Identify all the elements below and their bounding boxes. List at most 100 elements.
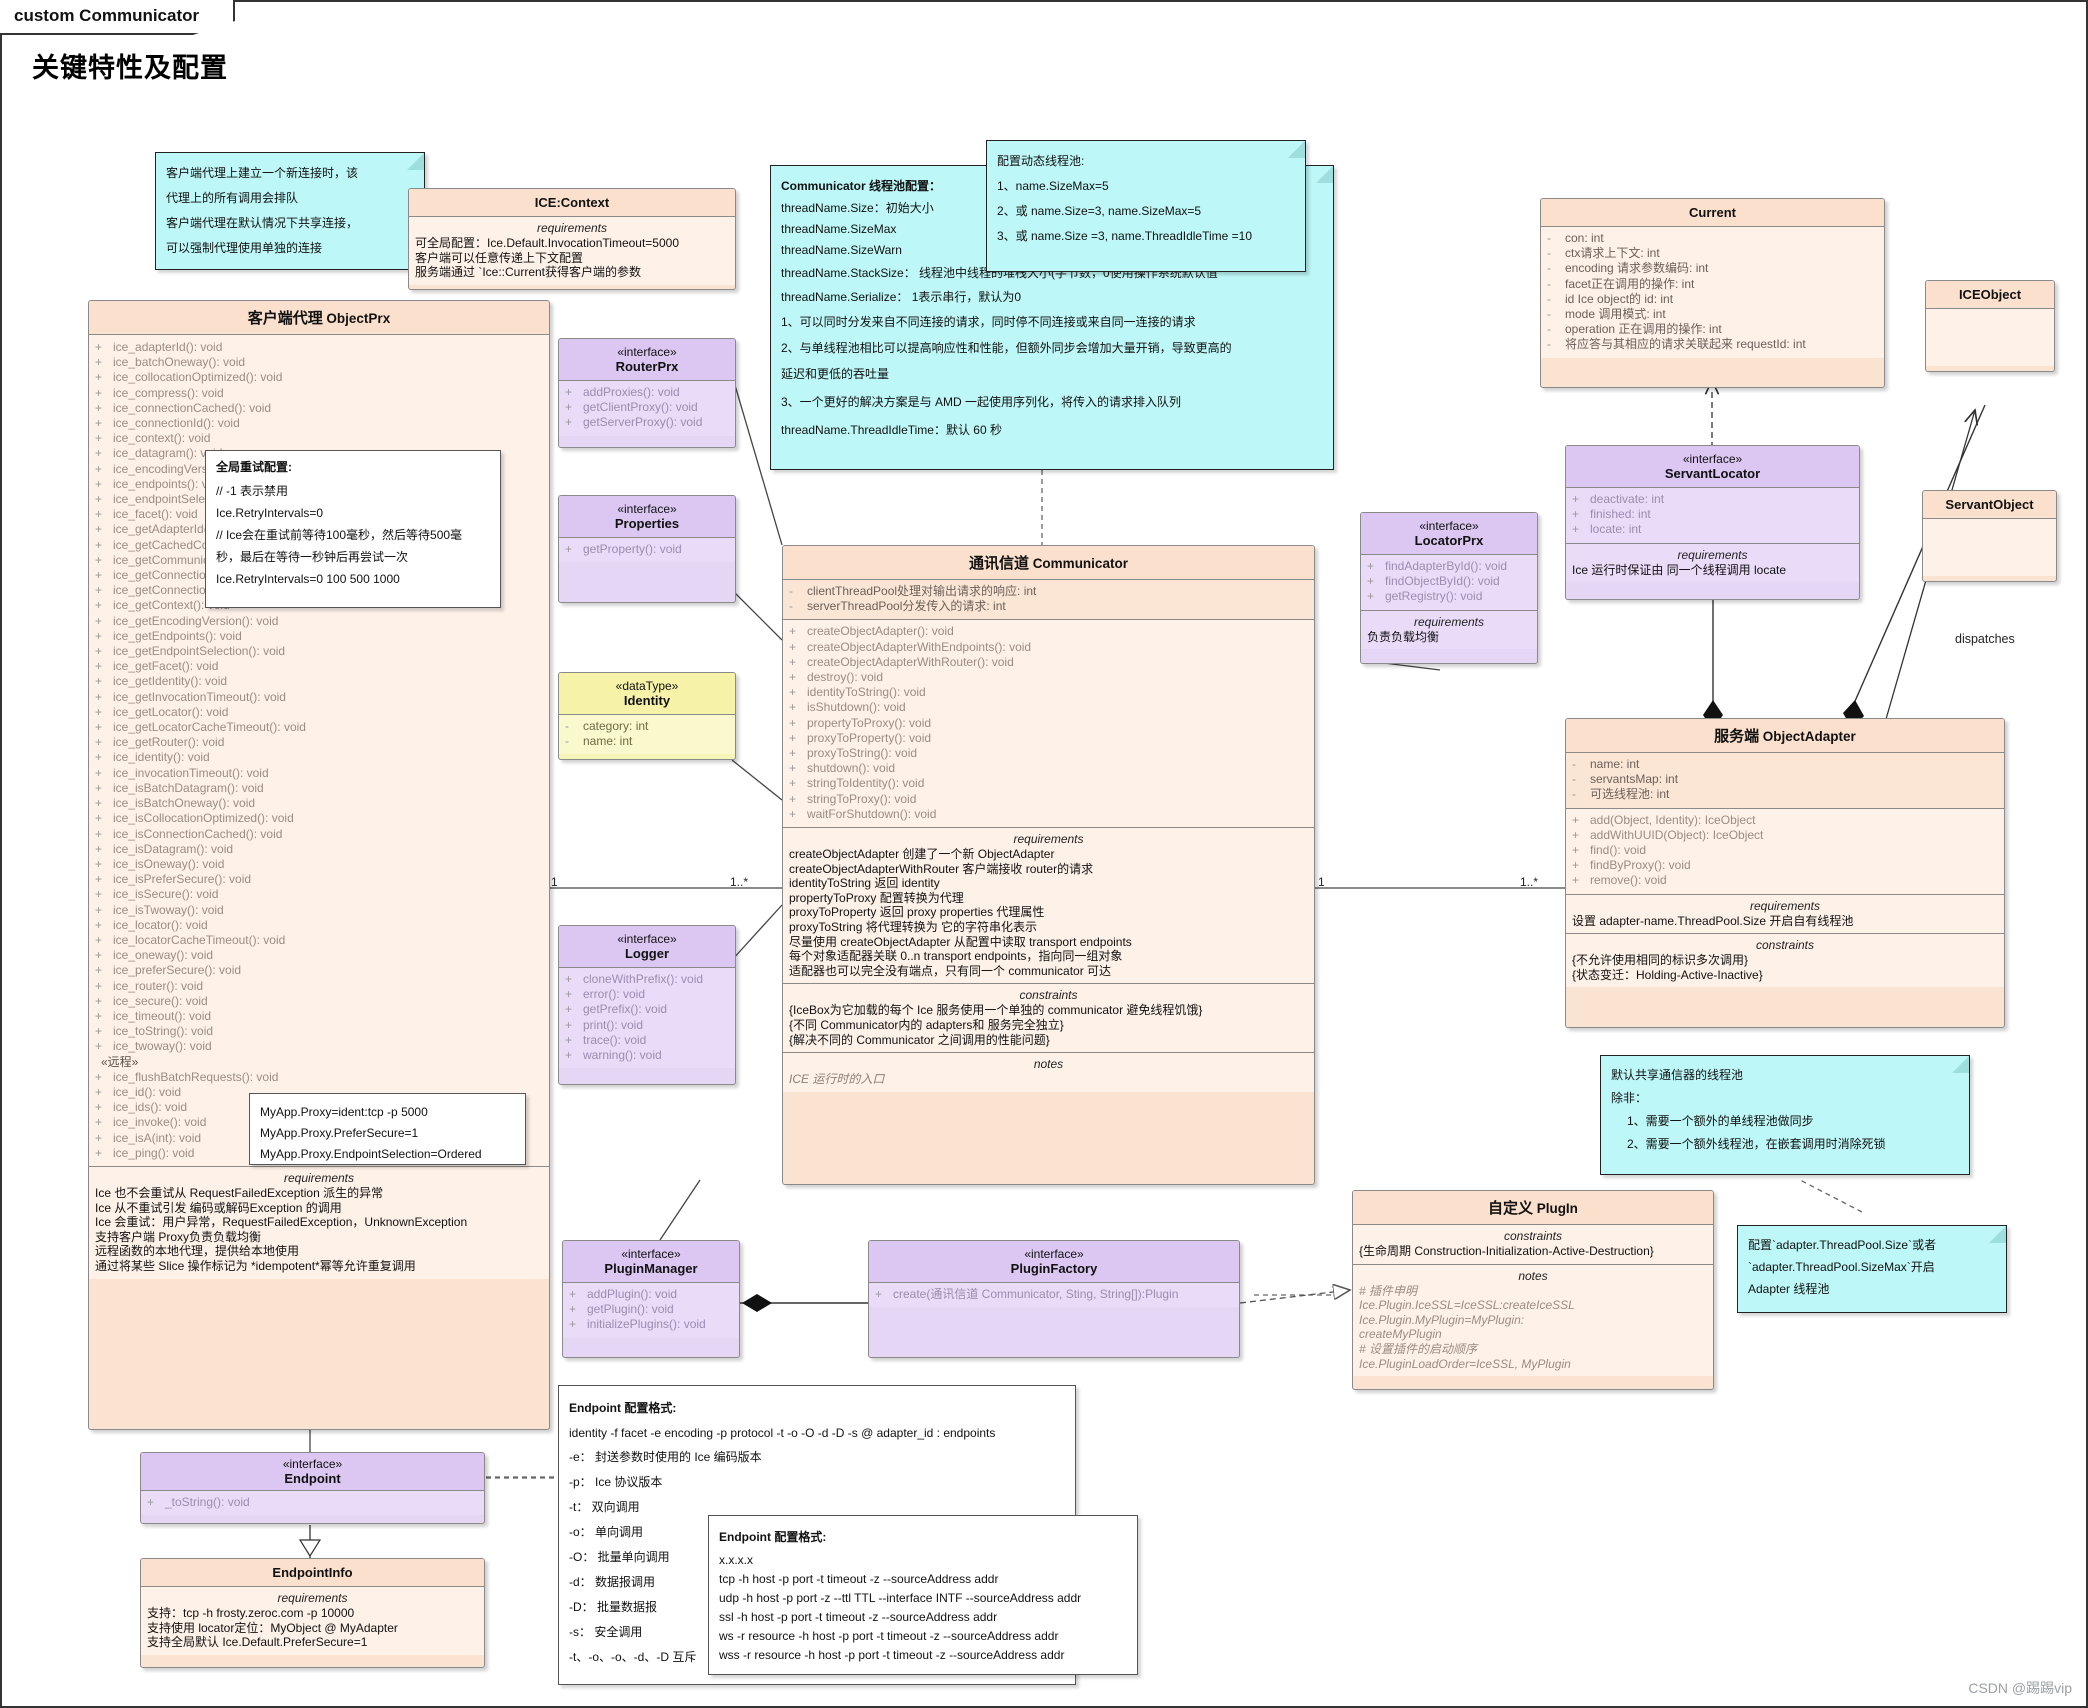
visibility-marker: + bbox=[789, 639, 797, 654]
note-line: x.x.x.x bbox=[719, 1553, 754, 1567]
note-line: Ice.PluginLoadOrder=IceSSL, MyPlugin bbox=[1359, 1356, 1571, 1371]
constraint-line: {IceBox为它加载的每个 Ice 服务使用一个单独的 communicato… bbox=[789, 1003, 1203, 1018]
class-stereotype: «dataType» bbox=[615, 679, 679, 693]
visibility-marker: + bbox=[1572, 858, 1580, 873]
section-label-requirements: requirements bbox=[1413, 614, 1485, 629]
class-identity[interactable]: «dataType» Identity - category: int - name:… bbox=[558, 672, 736, 760]
requirement-line: 适配器也可以完全没有端点，只有同一个 communicator 可达 bbox=[789, 963, 1112, 978]
visibility-marker: + bbox=[565, 542, 573, 556]
member-row: + ice_isDatagram(): void bbox=[95, 841, 234, 856]
class-methods-section: + addProxies(): void + getClientProxy(): vo… bbox=[559, 381, 735, 436]
class-servant-locator[interactable]: «interface» ServantLocator + deactivate: … bbox=[1565, 445, 1860, 600]
member-row: - 将应答与其相应的请求关联起来 requestId: int bbox=[1547, 337, 1806, 352]
note-line: 3、或 name.Size =3, name.ThreadIdleTime =1… bbox=[997, 229, 1253, 243]
class-title: «interface» RouterPrx bbox=[559, 339, 735, 381]
watermark: CSDN @踢踢vip bbox=[1968, 1680, 2072, 1696]
class-stereotype: «interface» bbox=[617, 932, 677, 946]
class-methods-section: + _toString(): void bbox=[141, 1491, 484, 1516]
member-row: + ice_getEndpoints(): void bbox=[95, 628, 242, 643]
visibility-marker: + bbox=[95, 370, 103, 385]
class-endpoint-info[interactable]: EndpointInfo requirements 支持：tcp -h fros… bbox=[140, 1558, 485, 1668]
note-line: // -1 表示禁用 bbox=[216, 484, 289, 498]
visibility-marker: + bbox=[95, 659, 103, 674]
note-line: // Ice会在重试前等待100毫秒，然后等待500毫 bbox=[216, 528, 463, 542]
visibility-marker: + bbox=[95, 537, 103, 552]
member-row: + ice_connectionCached(): void bbox=[95, 400, 272, 415]
class-plugin-factory[interactable]: «interface» PluginFactory + create(通讯信道 C… bbox=[868, 1240, 1240, 1358]
note-line: ICE 运行时的入口 bbox=[789, 1072, 885, 1087]
class-title: «interface» PluginFactory bbox=[869, 1241, 1239, 1283]
member-row: + getRegistry(): void bbox=[1367, 589, 1483, 604]
class-methods-section: + addPlugin(): void + getPlugin(): void + ini… bbox=[563, 1283, 739, 1338]
section-label-notes: notes bbox=[1518, 1268, 1548, 1283]
member-row: + ice_getIdentity(): void bbox=[95, 674, 228, 689]
member-row: + ice_getRouter(): void bbox=[95, 735, 225, 750]
member-row: - facet正在调用的操作: int bbox=[1547, 276, 1695, 291]
visibility-marker: + bbox=[1572, 492, 1580, 506]
visibility-marker: + bbox=[565, 400, 573, 415]
class-locator-prx[interactable]: «interface» LocatorPrx + findAdapterById(… bbox=[1360, 512, 1538, 664]
visibility-marker: - bbox=[565, 719, 569, 733]
class-router-prx[interactable]: «interface» RouterPrx + addProxies(): voi… bbox=[558, 338, 736, 448]
class-ice-object[interactable]: ICEObject bbox=[1925, 280, 2055, 372]
visibility-marker: + bbox=[1367, 574, 1375, 589]
class-title: 通讯信道 Communicator bbox=[783, 546, 1314, 580]
note-line: MyApp.Proxy.EndpointSelection=Ordered bbox=[260, 1147, 482, 1161]
class-logger[interactable]: «interface» Logger + cloneWithPrefix(): v… bbox=[558, 925, 736, 1085]
note-line: 2、需要一个额外线程池，在嵌套调用时消除死锁 bbox=[1627, 1137, 1886, 1151]
member-row: + addProxies(): void bbox=[565, 385, 680, 399]
visibility-marker: + bbox=[95, 856, 103, 871]
member-row: + findAdapterById(): void bbox=[1367, 559, 1508, 573]
visibility-marker: + bbox=[95, 1039, 103, 1054]
class-current[interactable]: Current - con: int - ctx请求上下文: int - encoding… bbox=[1540, 198, 1885, 388]
note-line: 配置`adapter.ThreadPool.Size`或者 bbox=[1748, 1238, 1937, 1252]
member-row: + createObjectAdapter(): void bbox=[789, 624, 954, 639]
class-ice-context[interactable]: ICE:Context requirements 可全局配置：Ice.Defau… bbox=[408, 188, 736, 290]
note-proxy-properties: MyApp.Proxy=ident:tcp -p 5000 MyApp.Prox… bbox=[249, 1093, 526, 1165]
class-title-text: Properties bbox=[614, 516, 680, 531]
member-row: - clientThreadPool处理对输出请求的响应: int bbox=[789, 584, 1037, 598]
requirement-line: propertyToProxy 配置转换为代理 bbox=[789, 890, 964, 905]
visibility-marker: + bbox=[789, 715, 797, 730]
note-line: -e： 封送参数时使用的 Ice 编码版本 bbox=[569, 1450, 762, 1464]
class-requirements-section: requirements 负责负载均衡 bbox=[1361, 610, 1537, 650]
class-communicator[interactable]: 通讯信道 Communicator - clientThreadPool处理对输出… bbox=[782, 545, 1315, 1185]
member-row: + ice_isTwoway(): void bbox=[95, 902, 224, 917]
member-row: + getProperty(): void bbox=[565, 542, 682, 556]
requirement-line: Ice 从不重试引发 编码或解码Exception 的调用 bbox=[95, 1200, 342, 1215]
visibility-marker: + bbox=[789, 791, 797, 806]
requirement-line: Ice 也不会重试从 RequestFailedException 派生的异常 bbox=[95, 1185, 384, 1200]
page-title: 关键特性及配置 bbox=[32, 53, 228, 83]
requirement-line: 支持使用 locator定位：MyObject @ MyAdapter bbox=[147, 1620, 398, 1635]
visibility-marker: + bbox=[1572, 827, 1580, 842]
member-row: + create(通讯信道 Communicator, Sting, String… bbox=[875, 1287, 1179, 1301]
note-dynamic-threadpool: 配置动态线程池: 1、name.SizeMax=5 2、或 name.Size=… bbox=[986, 140, 1306, 272]
visibility-marker: + bbox=[569, 1302, 577, 1317]
member-row: + ice_compress(): void bbox=[95, 385, 224, 400]
visibility-marker: - bbox=[1572, 757, 1576, 771]
visibility-marker: + bbox=[95, 1115, 103, 1130]
class-custom-plugin[interactable]: 自定义 PlugIn constraints {生命周期 Constructio… bbox=[1352, 1190, 1714, 1390]
note-line: wss -r resource -h host -p port -t timeo… bbox=[719, 1648, 1065, 1662]
note-line: 可以强制代理使用单独的连接 bbox=[166, 241, 323, 255]
class-title: «interface» ServantLocator bbox=[1566, 446, 1859, 488]
note-line: 3、一个更好的解决方案是与 AMD 一起使用序列化，将传入的请求排入队列 bbox=[781, 395, 1182, 409]
class-endpoint[interactable]: «interface» Endpoint + _toString(): void bbox=[140, 1452, 485, 1524]
visibility-marker: + bbox=[95, 1130, 103, 1145]
class-servant-object[interactable]: ServantObject bbox=[1922, 490, 2057, 582]
note-line: # 设置插件的启动顺序 bbox=[1359, 1341, 1478, 1356]
constraint-line: {状态变迁：Holding-Active-Inactive} bbox=[1572, 967, 1763, 982]
class-title-en: ObjectAdapter bbox=[1762, 729, 1856, 744]
class-title: EndpointInfo bbox=[141, 1559, 484, 1587]
visibility-marker: - bbox=[1547, 322, 1551, 337]
member-row: - con: int bbox=[1547, 231, 1604, 245]
member-row: + createObjectAdapterWithEndpoints(): voi… bbox=[789, 639, 1032, 654]
class-properties[interactable]: «interface» Properties + getProperty(): v… bbox=[558, 495, 736, 603]
member-row: + ice_getLocator(): void bbox=[95, 704, 229, 719]
class-object-adapter[interactable]: 服务端 ObjectAdapter - name: int - servantsMap… bbox=[1565, 718, 2005, 1028]
class-plugin-manager[interactable]: «interface» PluginManager + addPlugin(): … bbox=[562, 1240, 740, 1358]
member-row: + ice_getLocatorCacheTimeout(): void bbox=[95, 720, 306, 735]
member-row: + ice_identity(): void bbox=[95, 750, 210, 765]
visibility-marker: + bbox=[875, 1287, 883, 1301]
visibility-marker: + bbox=[565, 385, 573, 399]
